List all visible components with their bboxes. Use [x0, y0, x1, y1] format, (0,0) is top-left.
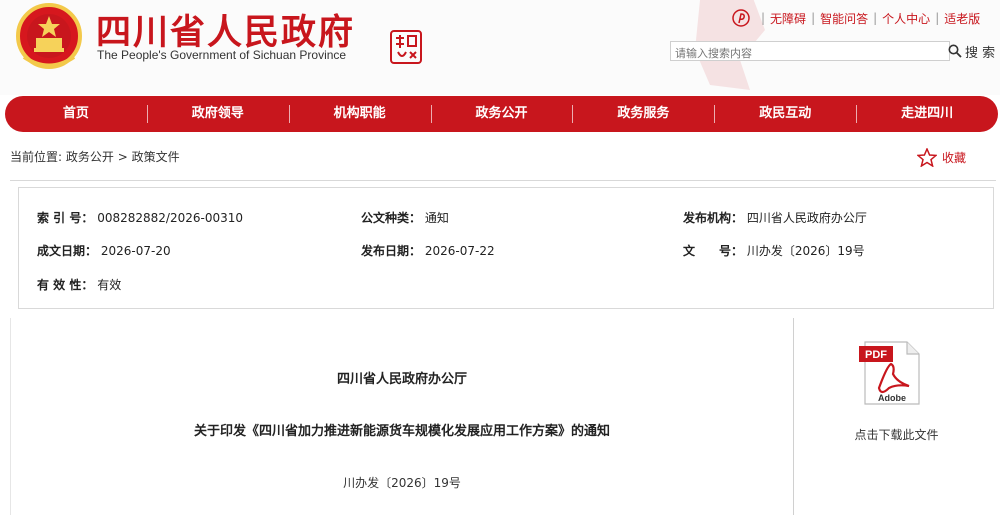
meta-label: 发布日期： [361, 244, 422, 258]
document-metadata-panel: 索 引 号： 008282882/2026-00310 公文种类： 通知 发布机… [18, 187, 994, 309]
meta-publish-date: 发布日期： 2026-07-22 [361, 242, 495, 259]
search-box [670, 41, 950, 63]
chinese-seal-logo [390, 30, 422, 64]
search-input[interactable] [671, 44, 949, 63]
favorite-button[interactable]: 收藏 [917, 148, 966, 167]
meta-value: 有效 [97, 278, 122, 292]
pinterest-style-p-icon[interactable] [732, 9, 750, 27]
search-button[interactable]: 搜 索 [948, 41, 995, 61]
top-links-separator: | [811, 11, 816, 25]
document-issuer: 四川省人民政府办公厅 [336, 372, 467, 387]
top-link-smart-qa[interactable]: 智能问答 [820, 10, 868, 27]
meta-label: 成文日期： [37, 244, 98, 258]
meta-label: 索 引 号： [37, 211, 94, 225]
meta-document-type: 公文种类： 通知 [361, 209, 449, 226]
main-nav: 首页 政府领导 机构职能 政务公开 政务服务 政民互动 走进四川 [5, 96, 998, 132]
site-subtitle: The People's Government of Sichuan Provi… [97, 48, 347, 62]
document-number: 川办发〔2026〕19号 [343, 476, 461, 490]
nav-item-government-services[interactable]: 政务服务 [572, 96, 714, 132]
nav-item-institutions[interactable]: 机构职能 [288, 96, 431, 132]
download-sidebar: PDF Adobe 点击下载此文件 [793, 318, 1000, 515]
meta-label: 发布机构： [683, 211, 744, 225]
search-icon [948, 44, 962, 58]
divider [10, 180, 996, 181]
nav-item-about-sichuan[interactable]: 走进四川 [856, 96, 998, 132]
breadcrumb-link-open-government[interactable]: 政务公开 [66, 150, 114, 164]
adobe-label: Adobe [878, 393, 906, 403]
meta-value: 008282882/2026-00310 [97, 211, 243, 225]
star-icon [917, 148, 937, 167]
favorite-label: 收藏 [942, 151, 967, 165]
top-link-personal-center[interactable]: 个人中心 [882, 10, 930, 27]
meta-issuing-agency: 发布机构： 四川省人民政府办公厅 [683, 209, 867, 226]
pdf-badge-label: PDF [865, 349, 887, 361]
top-links-separator: | [935, 11, 940, 25]
site-header: 四川省人民政府 The People's Government of Sichu… [0, 0, 1000, 95]
nav-item-interaction[interactable]: 政民互动 [714, 96, 856, 132]
breadcrumb-separator: > [117, 150, 128, 164]
meta-value: 川办发〔2026〕19号 [746, 244, 865, 258]
meta-validity: 有 效 性： 有效 [37, 276, 121, 293]
breadcrumb-prefix: 当前位置: [10, 150, 63, 164]
meta-value: 通知 [424, 211, 449, 225]
meta-label: 公文种类： [361, 211, 422, 225]
meta-document-number: 文 号： 川办发〔2026〕19号 [683, 242, 865, 259]
meta-creation-date: 成文日期： 2026-07-20 [37, 242, 171, 259]
pdf-file-icon[interactable]: PDF Adobe [857, 338, 925, 406]
meta-index-number: 索 引 号： 008282882/2026-00310 [37, 209, 243, 226]
top-links-separator: | [761, 11, 766, 25]
top-link-elderly-mode[interactable]: 适老版 [944, 10, 980, 27]
meta-label: 文 号： [683, 244, 744, 258]
meta-value: 四川省人民政府办公厅 [746, 211, 867, 225]
document-title: 关于印发《四川省加力推进新能源货车规模化发展应用工作方案》的通知 [193, 424, 610, 439]
meta-value: 2026-07-20 [100, 244, 171, 258]
nav-item-open-government[interactable]: 政务公开 [430, 96, 573, 132]
national-emblem-logo[interactable] [14, 2, 84, 72]
meta-value: 2026-07-22 [424, 244, 495, 258]
breadcrumb-link-policy-documents[interactable]: 政策文件 [132, 150, 180, 164]
download-file-link[interactable]: 点击下载此文件 [793, 426, 1000, 443]
breadcrumb: 当前位置: 政务公开 > 政策文件 [10, 148, 180, 165]
nav-item-home[interactable]: 首页 [5, 96, 147, 132]
top-links-bar: | 无障碍 | 智能问答 | 个人中心 | 适老版 [732, 6, 980, 30]
top-links-separator: | [873, 11, 878, 25]
top-link-accessibility[interactable]: 无障碍 [770, 10, 806, 27]
meta-label: 有 效 性： [37, 278, 94, 292]
search-button-label: 搜 索 [965, 45, 996, 61]
nav-item-government-leaders[interactable]: 政府领导 [146, 96, 289, 132]
document-content: 四川省人民政府办公厅 关于印发《四川省加力推进新能源货车规模化发展应用工作方案》… [10, 318, 794, 515]
